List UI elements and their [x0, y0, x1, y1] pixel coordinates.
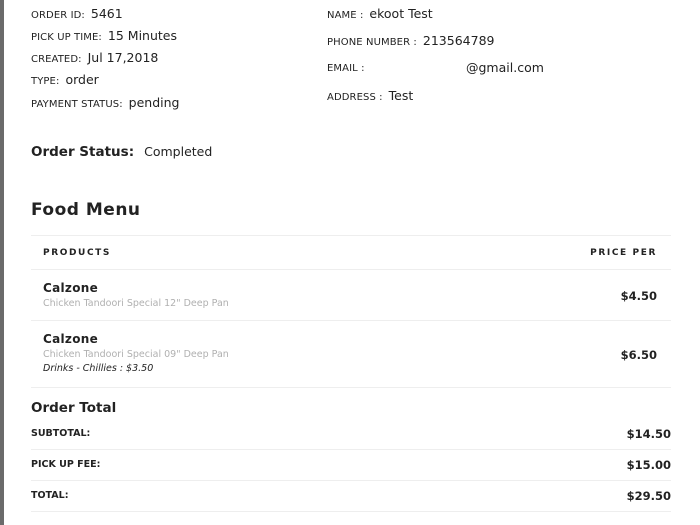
item-description: Chicken Tandoori Special 12" Deep Pan — [43, 298, 229, 309]
email-label: EMAIL : — [327, 63, 365, 74]
order-status-label: Order Status: — [31, 144, 135, 160]
food-menu-title: Food Menu — [31, 200, 141, 220]
type-value: order — [65, 72, 99, 87]
email-field: EMAIL : — [327, 61, 365, 74]
address-field: ADDRESS : Test — [327, 88, 413, 103]
payment-status-field: PAYMENT STATUS: pending — [31, 95, 179, 110]
order-status: Order Status: Completed — [31, 141, 212, 160]
email-value: @gmail.com — [466, 60, 544, 75]
email-value-wrap: @gmail.com — [466, 60, 544, 75]
item-price: $4.50 — [620, 289, 657, 303]
item-name: Calzone — [43, 332, 99, 346]
phone-value: 213564789 — [422, 33, 495, 48]
pickup-time-field: PICK UP TIME: 15 Minutes — [31, 28, 177, 43]
pickup-fee-row: PICK UP FEE: $15.00 — [31, 450, 671, 481]
phone-field: PHONE NUMBER : 213564789 — [327, 33, 494, 48]
food-menu-table: PRODUCTS PRICE PER Calzone Chicken Tando… — [31, 235, 671, 388]
item-price: $6.50 — [620, 348, 657, 362]
payment-status-label: PAYMENT STATUS: — [31, 99, 123, 110]
customer-name-value: ekoot Test — [369, 6, 433, 21]
address-value: Test — [388, 88, 414, 103]
payment-status-value: pending — [128, 95, 180, 110]
order-total-title: Order Total — [31, 400, 117, 416]
order-id-field: ORDER ID: 5461 — [31, 6, 123, 21]
phone-label: PHONE NUMBER : — [327, 37, 417, 48]
order-totals: SUBTOTAL: $14.50 PICK UP FEE: $15.00 TOT… — [31, 419, 671, 512]
products-header: PRODUCTS — [43, 248, 111, 258]
order-status-value: Completed — [144, 144, 213, 159]
table-row: Calzone Chicken Tandoori Special 09" Dee… — [31, 321, 671, 388]
subtotal-row: SUBTOTAL: $14.50 — [31, 419, 671, 450]
pickup-time-value: 15 Minutes — [107, 28, 177, 43]
subtotal-label: SUBTOTAL: — [31, 428, 91, 439]
total-row: TOTAL: $29.50 — [31, 481, 671, 512]
pickup-time-label: PICK UP TIME: — [31, 32, 102, 43]
pickup-fee-value: $15.00 — [626, 458, 671, 472]
created-value: Jul 17,2018 — [87, 50, 159, 65]
type-label: TYPE: — [31, 76, 60, 87]
type-field: TYPE: order — [31, 72, 99, 87]
order-id-label: ORDER ID: — [31, 10, 85, 21]
address-label: ADDRESS : — [327, 92, 383, 103]
left-border — [0, 0, 4, 525]
price-header: PRICE PER — [590, 248, 657, 258]
table-row: Calzone Chicken Tandoori Special 12" Dee… — [31, 270, 671, 321]
table-header: PRODUCTS PRICE PER — [31, 236, 671, 270]
item-extra: Drinks - Chillies : $3.50 — [43, 363, 154, 374]
customer-name-field: NAME : ekoot Test — [327, 6, 433, 21]
total-label: TOTAL: — [31, 490, 69, 501]
order-id-value: 5461 — [90, 6, 123, 21]
customer-name-label: NAME : — [327, 10, 364, 21]
item-description: Chicken Tandoori Special 09" Deep Pan — [43, 349, 229, 360]
total-value: $29.50 — [626, 489, 671, 503]
subtotal-value: $14.50 — [626, 427, 671, 441]
item-name: Calzone — [43, 281, 99, 295]
created-label: CREATED: — [31, 54, 82, 65]
created-field: CREATED: Jul 17,2018 — [31, 50, 158, 65]
pickup-fee-label: PICK UP FEE: — [31, 459, 101, 470]
